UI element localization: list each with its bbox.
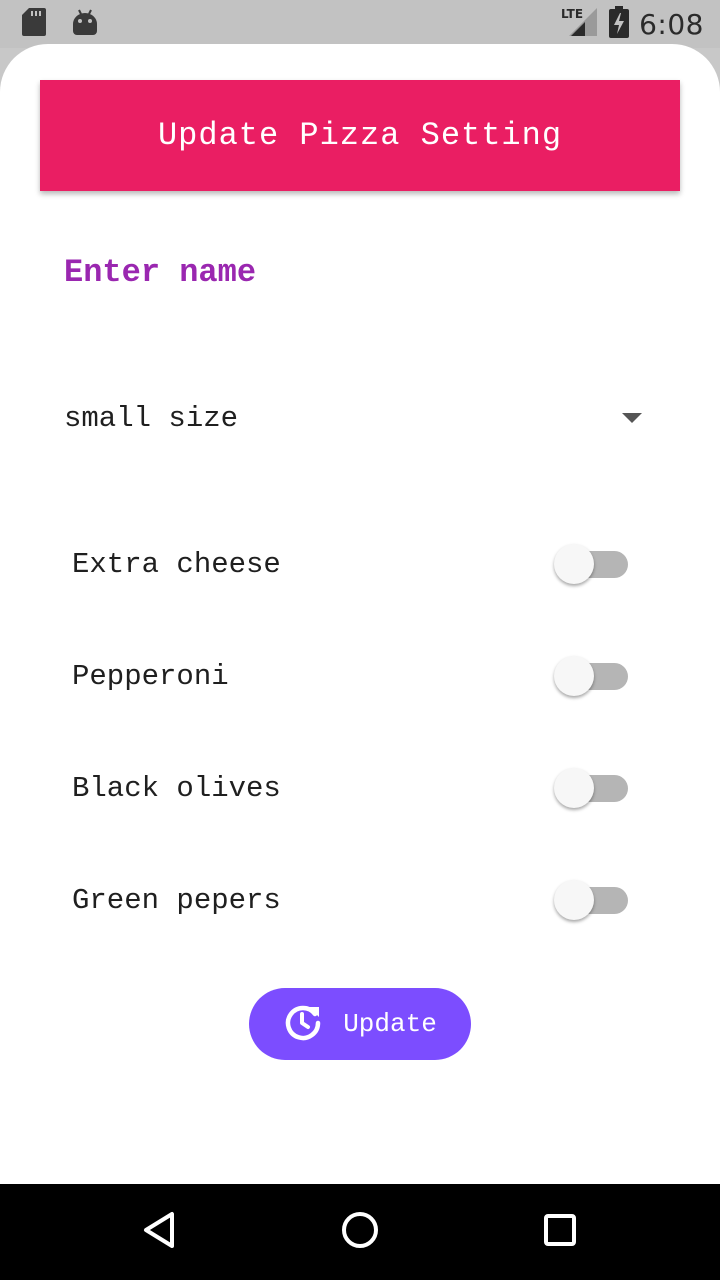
option-label: Black olives <box>72 771 281 805</box>
recents-button[interactable] <box>536 1208 584 1256</box>
sd-card-icon <box>22 7 46 41</box>
option-row-pepperoni: Pepperoni <box>72 644 632 708</box>
switch-thumb <box>554 768 594 808</box>
page-title: Update Pizza Setting <box>157 117 563 154</box>
size-dropdown[interactable]: small size <box>64 390 656 446</box>
size-selected-value: small size <box>64 401 239 435</box>
status-left-icons <box>22 7 98 41</box>
update-button-label: Update <box>343 1009 437 1039</box>
dropdown-arrow-icon <box>622 413 642 423</box>
option-row-extra-cheese: Extra cheese <box>72 532 632 596</box>
battery-charging-icon <box>609 5 630 43</box>
status-right-icons: LTE 6:08 <box>561 5 704 43</box>
back-button[interactable] <box>136 1208 184 1256</box>
option-row-green-pepers: Green pepers <box>72 868 632 932</box>
update-button[interactable]: Update <box>249 988 471 1060</box>
home-icon <box>340 1210 380 1255</box>
back-icon <box>140 1210 180 1255</box>
option-label: Extra cheese <box>72 547 281 581</box>
extra-cheese-switch[interactable] <box>554 544 632 584</box>
network-label: LTE <box>561 7 583 21</box>
option-label: Pepperoni <box>72 659 229 693</box>
switch-thumb <box>554 656 594 696</box>
pepperoni-switch[interactable] <box>554 656 632 696</box>
navigation-bar <box>0 1184 720 1280</box>
switch-thumb <box>554 544 594 584</box>
clock: 6:08 <box>639 7 704 41</box>
name-input[interactable] <box>64 244 656 300</box>
status-bar: LTE 6:08 <box>0 0 720 48</box>
switch-thumb <box>554 880 594 920</box>
home-button[interactable] <box>336 1208 384 1256</box>
option-row-black-olives: Black olives <box>72 756 632 820</box>
title-bar: Update Pizza Setting <box>40 80 680 191</box>
green-pepers-switch[interactable] <box>554 880 632 920</box>
android-icon <box>72 8 98 41</box>
black-olives-switch[interactable] <box>554 768 632 808</box>
option-label: Green pepers <box>72 883 281 917</box>
recents-icon <box>540 1210 580 1255</box>
update-history-icon <box>283 1002 323 1047</box>
lte-signal-icon: LTE <box>561 6 599 43</box>
